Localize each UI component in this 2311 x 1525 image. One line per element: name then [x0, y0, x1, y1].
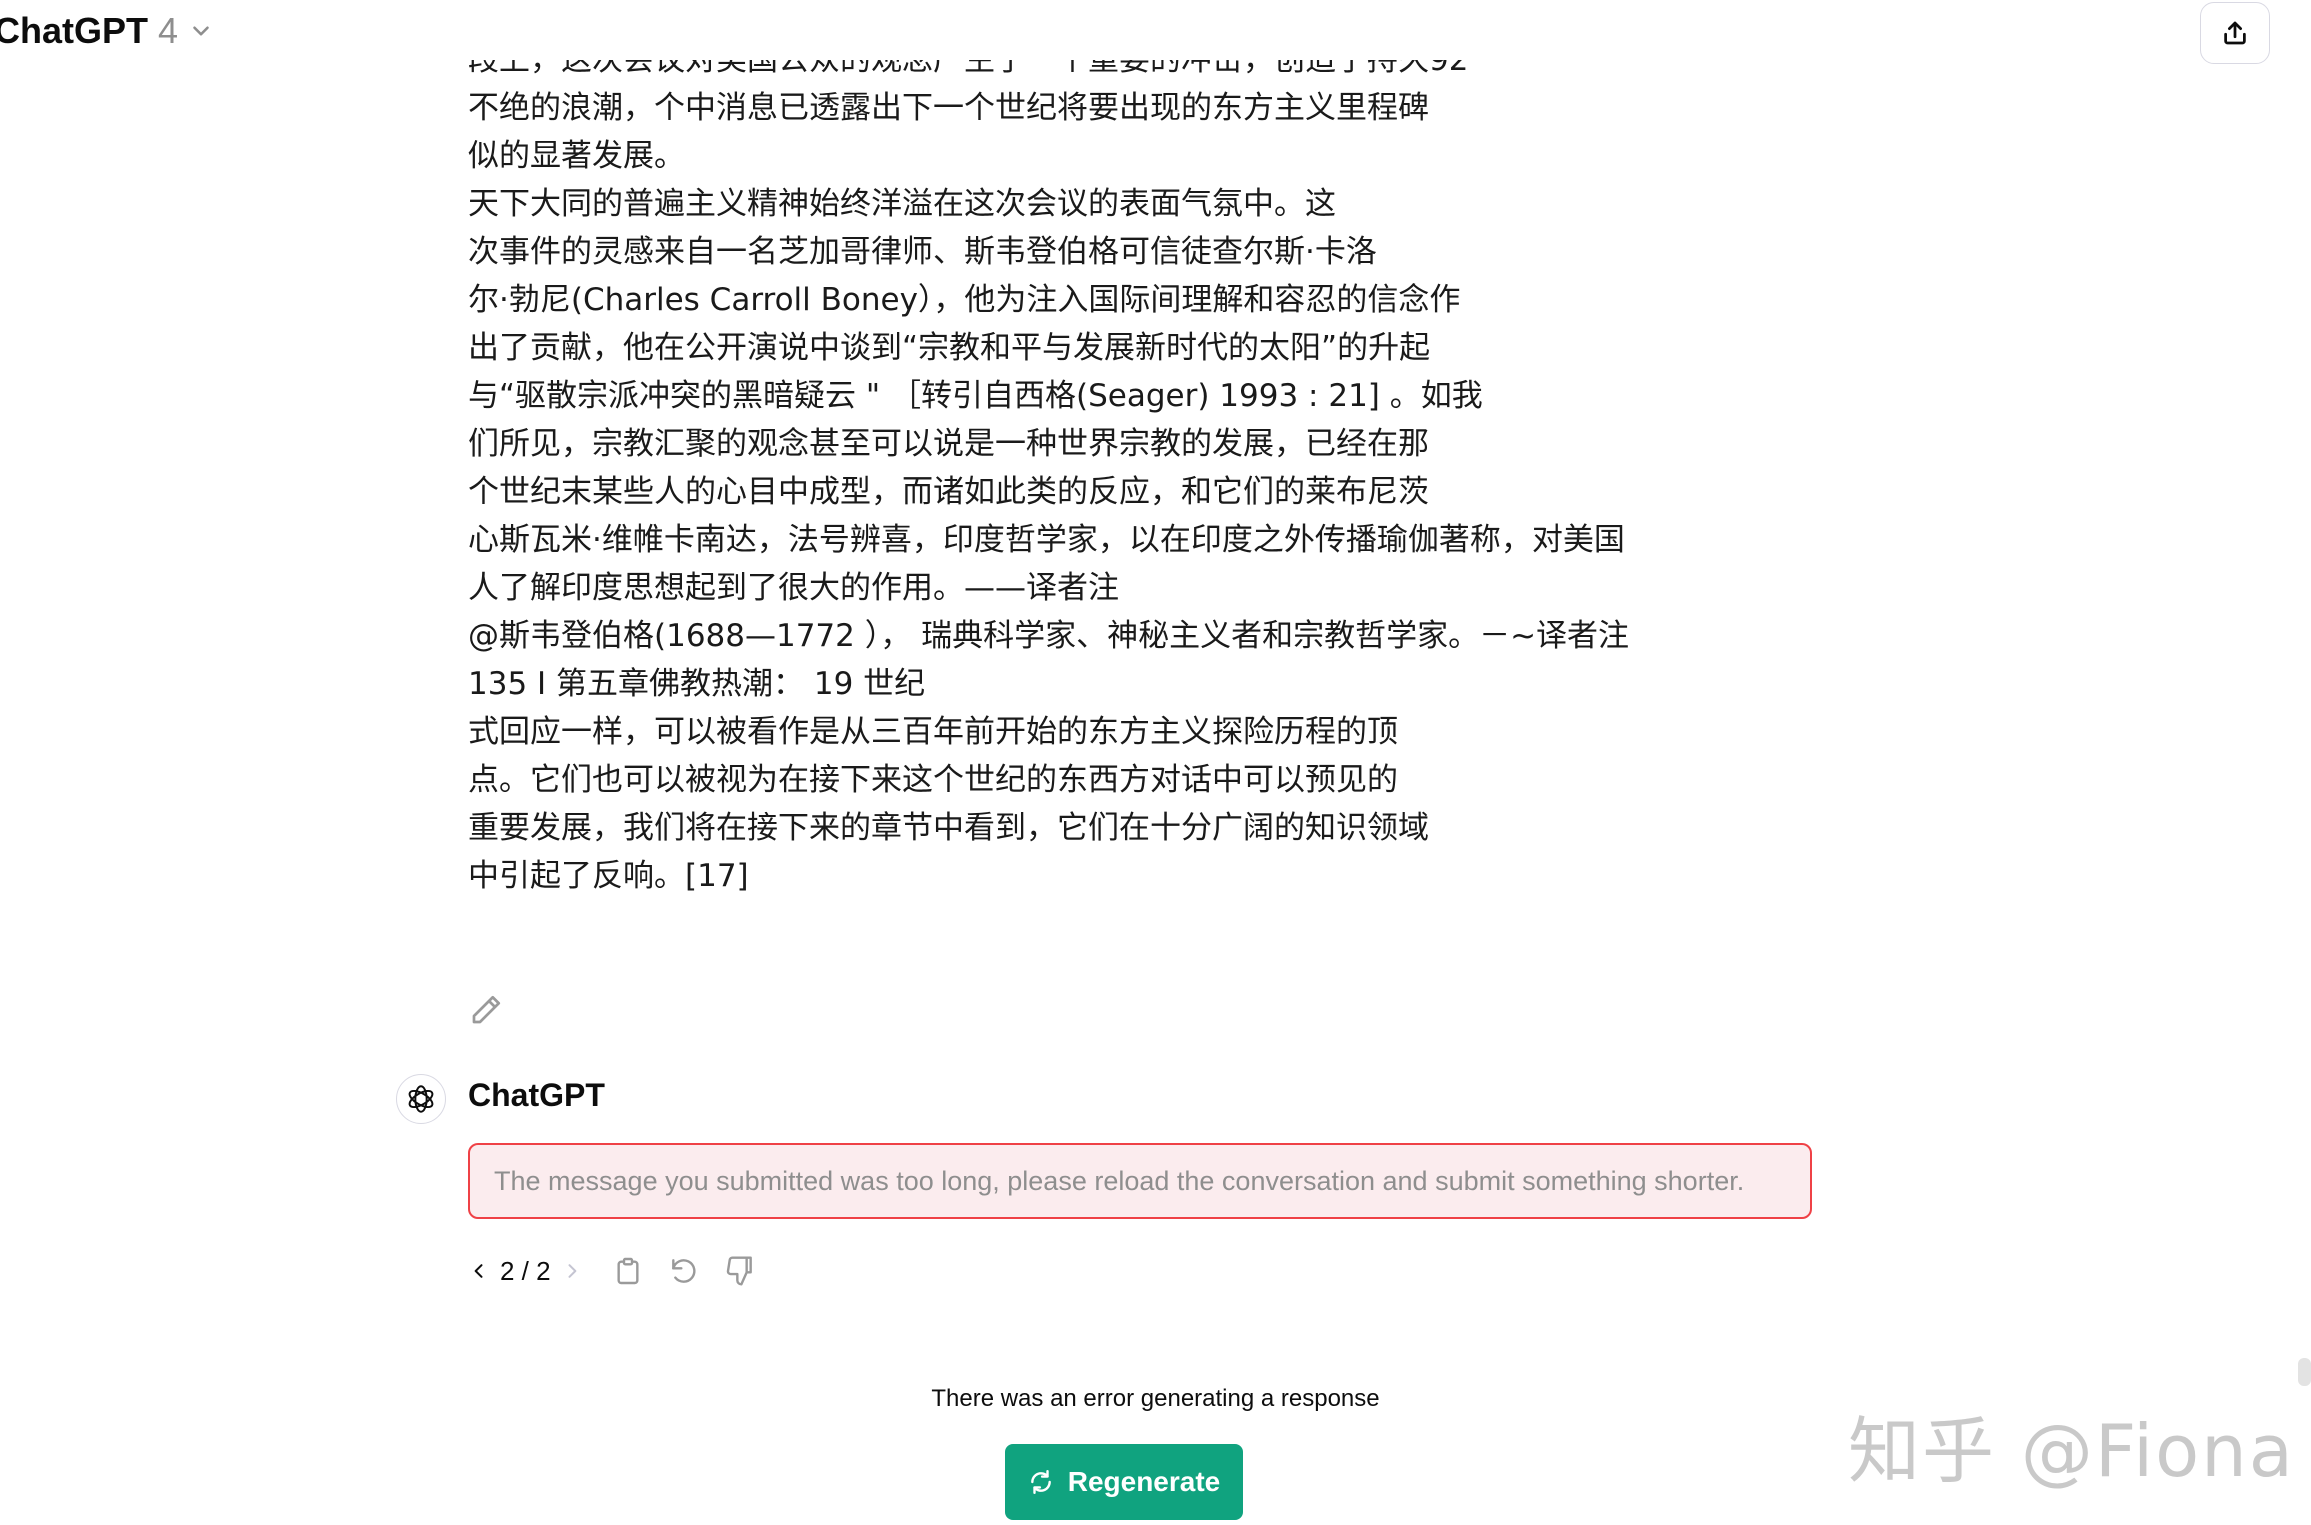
regenerate-icon[interactable] — [667, 1254, 701, 1288]
chevron-down-icon — [193, 26, 209, 36]
scrollbar-thumb[interactable] — [2298, 1358, 2311, 1386]
model-version: 4 — [158, 10, 179, 51]
message-line: 尔·勃尼(Charles Carroll Boney），他为注入国际间理解和容忍… — [468, 282, 1461, 318]
message-line: 重要发展，我们将在接下来的章节中看到，它们在十分广阔的知识领域 — [468, 810, 1429, 846]
message-line: 不绝的浪潮，个中消息已透露出下一个世纪将要出现的东方主义里程碑 — [468, 90, 1429, 126]
pager-count: 2 / 2 — [500, 1255, 551, 1286]
message-line: 段上，这次会议对美国公众的观念产生了一个重要的冲击，创造了持久92 — [468, 60, 1469, 78]
message-line: 次事件的灵感来自一名芝加哥律师、斯韦登伯格可信徒查尔斯·卡洛 — [468, 234, 1377, 270]
assistant-avatar — [396, 1074, 446, 1124]
chevron-right-icon[interactable] — [561, 1260, 583, 1282]
watermark: 知乎 @Fiona — [1848, 1409, 2295, 1493]
model-selector[interactable]: ChatGPT 4 — [0, 10, 214, 52]
share-icon — [2224, 21, 2246, 45]
share-button[interactable] — [2200, 2, 2270, 64]
thumbs-down-icon[interactable] — [723, 1254, 757, 1288]
model-name: ChatGPT — [0, 10, 149, 51]
regenerate-button[interactable]: Regenerate — [1005, 1444, 1243, 1520]
message-line: 似的显著发展。 — [468, 138, 685, 174]
message-line: 心斯瓦米·维帷卡南达，法号辨喜，印度哲学家，以在印度之外传播瑜伽著称，对美国 — [468, 522, 1625, 558]
message-line: 出了贡献，他在公开演说中谈到“宗教和平与发展新时代的太阳”的升起 — [468, 330, 1431, 366]
chevron-left-icon[interactable] — [468, 1260, 490, 1282]
message-line: 135 I 第五章佛教热潮： 19 世纪 — [468, 666, 926, 702]
clipboard-icon[interactable] — [611, 1254, 645, 1288]
message-line: 与“驱散宗派冲突的黑暗疑云 " ［转引自西格(Seager) 1993 : 21… — [468, 378, 1483, 414]
message-actions: 2 / 2 — [468, 1251, 757, 1291]
user-message: 段上，这次会议对美国公众的观念产生了一个重要的冲击，创造了持久92 不绝的浪潮，… — [468, 60, 1708, 940]
message-line: 们所见，宗教汇聚的观念甚至可以说是一种世界宗教的发展，已经在那 — [468, 426, 1429, 462]
message-line: 人了解印度思想起到了很大的作用。——译者注 — [468, 570, 1119, 606]
regenerate-label: Regenerate — [1067, 1466, 1221, 1497]
message-line: 中引起了反响。[17] — [468, 858, 749, 894]
response-pager: 2 / 2 — [468, 1256, 583, 1287]
message-line: 式回应一样，可以被看作是从三百年前开始的东方主义探险历程的顶 — [468, 714, 1398, 750]
error-message-box: The message you submitted was too long, … — [468, 1143, 1812, 1219]
message-line: @斯韦登伯格(1688—1772 ）， 瑞典科学家、神秘主义者和宗教哲学家。－~… — [468, 618, 1630, 654]
message-line: 个世纪末某些人的心目中成型，而诸如此类的反应，和它们的莱布尼茨 — [468, 474, 1429, 510]
openai-logo-icon — [408, 1085, 434, 1113]
error-message-text: The message you submitted was too long, … — [494, 1165, 1745, 1196]
message-line: 天下大同的普遍主义精神始终洋溢在这次会议的表面气氛中。这 — [468, 186, 1336, 222]
assistant-name: ChatGPT — [468, 1077, 605, 1113]
pencil-icon[interactable] — [468, 992, 504, 1028]
message-line: 点。它们也可以被视为在接下来这个世纪的东西方对话中可以预见的 — [468, 762, 1398, 798]
refresh-icon — [1030, 1469, 1051, 1495]
